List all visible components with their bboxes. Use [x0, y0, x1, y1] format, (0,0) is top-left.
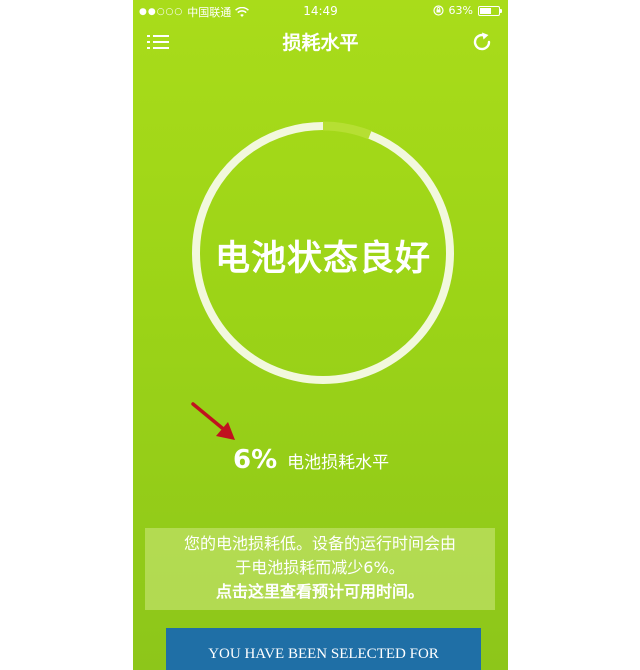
- nav-bar: 损耗水平: [133, 22, 508, 62]
- battery-icon: [478, 5, 502, 16]
- info-box[interactable]: 您的电池损耗低。设备的运行时间会由 于电池损耗而减少6%。 点击这里查看预计可用…: [145, 528, 495, 610]
- wear-level-label: 电池损耗水平: [287, 453, 390, 473]
- wear-level-value: 6%: [233, 445, 278, 475]
- app-screen: ●●○○○ 中国联通 14:49 63% 损耗水平 电池状态良好 6% 电池损耗…: [133, 0, 508, 670]
- status-right: 63%: [432, 4, 502, 17]
- info-line-2: 于电池损耗而减少6%。: [235, 558, 405, 577]
- estimate-link[interactable]: 点击这里查看预计可用时间。: [145, 580, 495, 604]
- red-arrow-icon: [191, 402, 235, 440]
- orientation-lock-icon: [432, 5, 444, 16]
- ad-banner-text: YOU HAVE BEEN SELECTED FOR: [208, 646, 439, 662]
- wear-level-row: 6% 电池损耗水平: [233, 445, 389, 475]
- battery-percent: 63%: [448, 4, 473, 17]
- info-line-1: 您的电池损耗低。设备的运行时间会由: [183, 534, 456, 553]
- status-bar: ●●○○○ 中国联通 14:49 63%: [133, 0, 508, 22]
- battery-fill: [480, 7, 492, 14]
- page-title: 损耗水平: [282, 32, 359, 54]
- ad-banner[interactable]: YOU HAVE BEEN SELECTED FOR: [166, 628, 481, 670]
- battery-gauge: 电池状态良好: [188, 118, 458, 388]
- gauge-status-text: 电池状态良好: [214, 239, 431, 279]
- refresh-icon[interactable]: [470, 30, 494, 54]
